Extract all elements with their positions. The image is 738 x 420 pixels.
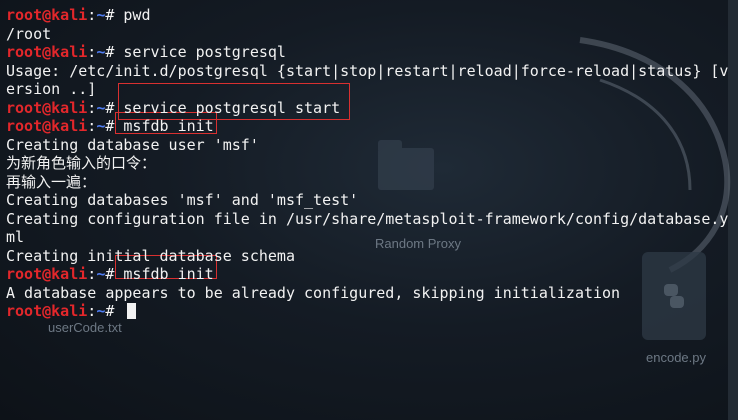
prompt-symbol: # [105,302,124,320]
terminal-output-line: 为新角色输入的口令： [6,154,157,172]
prompt-separator: : [87,302,97,320]
prompt-symbol: # [105,98,124,117]
prompt-symbol: # [105,6,124,24]
prompt-separator: : [87,98,97,117]
terminal-command-line: root@kali:~# service postgresql [6,43,731,62]
prompt-user: root@kali [6,98,88,117]
prompt-path: ~ [96,117,106,135]
prompt-path: ~ [96,98,106,117]
prompt-symbol: # [105,117,124,135]
prompt-path: ~ [96,43,106,61]
command-text: service postgresql start [123,98,341,117]
terminal-command-line: root@kali:~# [6,302,731,321]
terminal-output-line: ersion ..] [6,80,97,98]
prompt-symbol: # [105,43,124,61]
prompt-separator: : [87,6,97,24]
prompt-separator: : [87,43,97,61]
terminal-command-line: root@kali:~# service postgresql start [6,99,731,118]
prompt-user: root@kali [6,6,88,24]
terminal-output-line: Usage: /etc/init.d/postgresql {start|sto… [6,61,729,80]
command-text: msfdb init [123,265,214,283]
terminal-output-line: Creating configuration file in /usr/shar… [6,209,729,228]
prompt-user: root@kali [6,302,88,320]
prompt-path: ~ [96,6,106,24]
prompt-user: root@kali [6,117,88,135]
prompt-separator: : [87,117,97,135]
terminal-command-line: root@kali:~# pwd [6,6,731,25]
prompt-user: root@kali [6,43,88,61]
terminal-output-line: ml [6,228,25,246]
prompt-path: ~ [96,302,106,320]
terminal-cursor [127,303,137,319]
command-text: service postgresql [123,43,286,61]
terminal-command-line: root@kali:~# msfdb init [6,117,731,136]
terminal-output-line: 再输入一遍： [6,172,97,191]
command-text: msfdb init [123,117,214,135]
desktop-item-encode-py[interactable]: encode.py [646,350,706,365]
terminal-output-line: Creating initial database schema [6,246,295,265]
desktop-item-usercode[interactable]: userCode.txt [48,320,122,335]
prompt-separator: : [87,265,97,283]
terminal-output[interactable]: root@kali:~# pwd/root root@kali:~# servic… [6,6,731,321]
terminal-output-line: A database appears to be already configu… [6,283,621,302]
prompt-symbol: # [105,265,124,283]
prompt-path: ~ [96,265,106,283]
terminal-output-line: Creating database user 'msf' [6,135,259,154]
terminal-output-line: Creating databases 'msf' and 'msf_test' [6,191,359,209]
command-text: pwd [123,6,151,24]
terminal-command-line: root@kali:~# msfdb init [6,265,731,284]
prompt-user: root@kali [6,265,88,283]
terminal-output-line: /root [6,24,52,43]
